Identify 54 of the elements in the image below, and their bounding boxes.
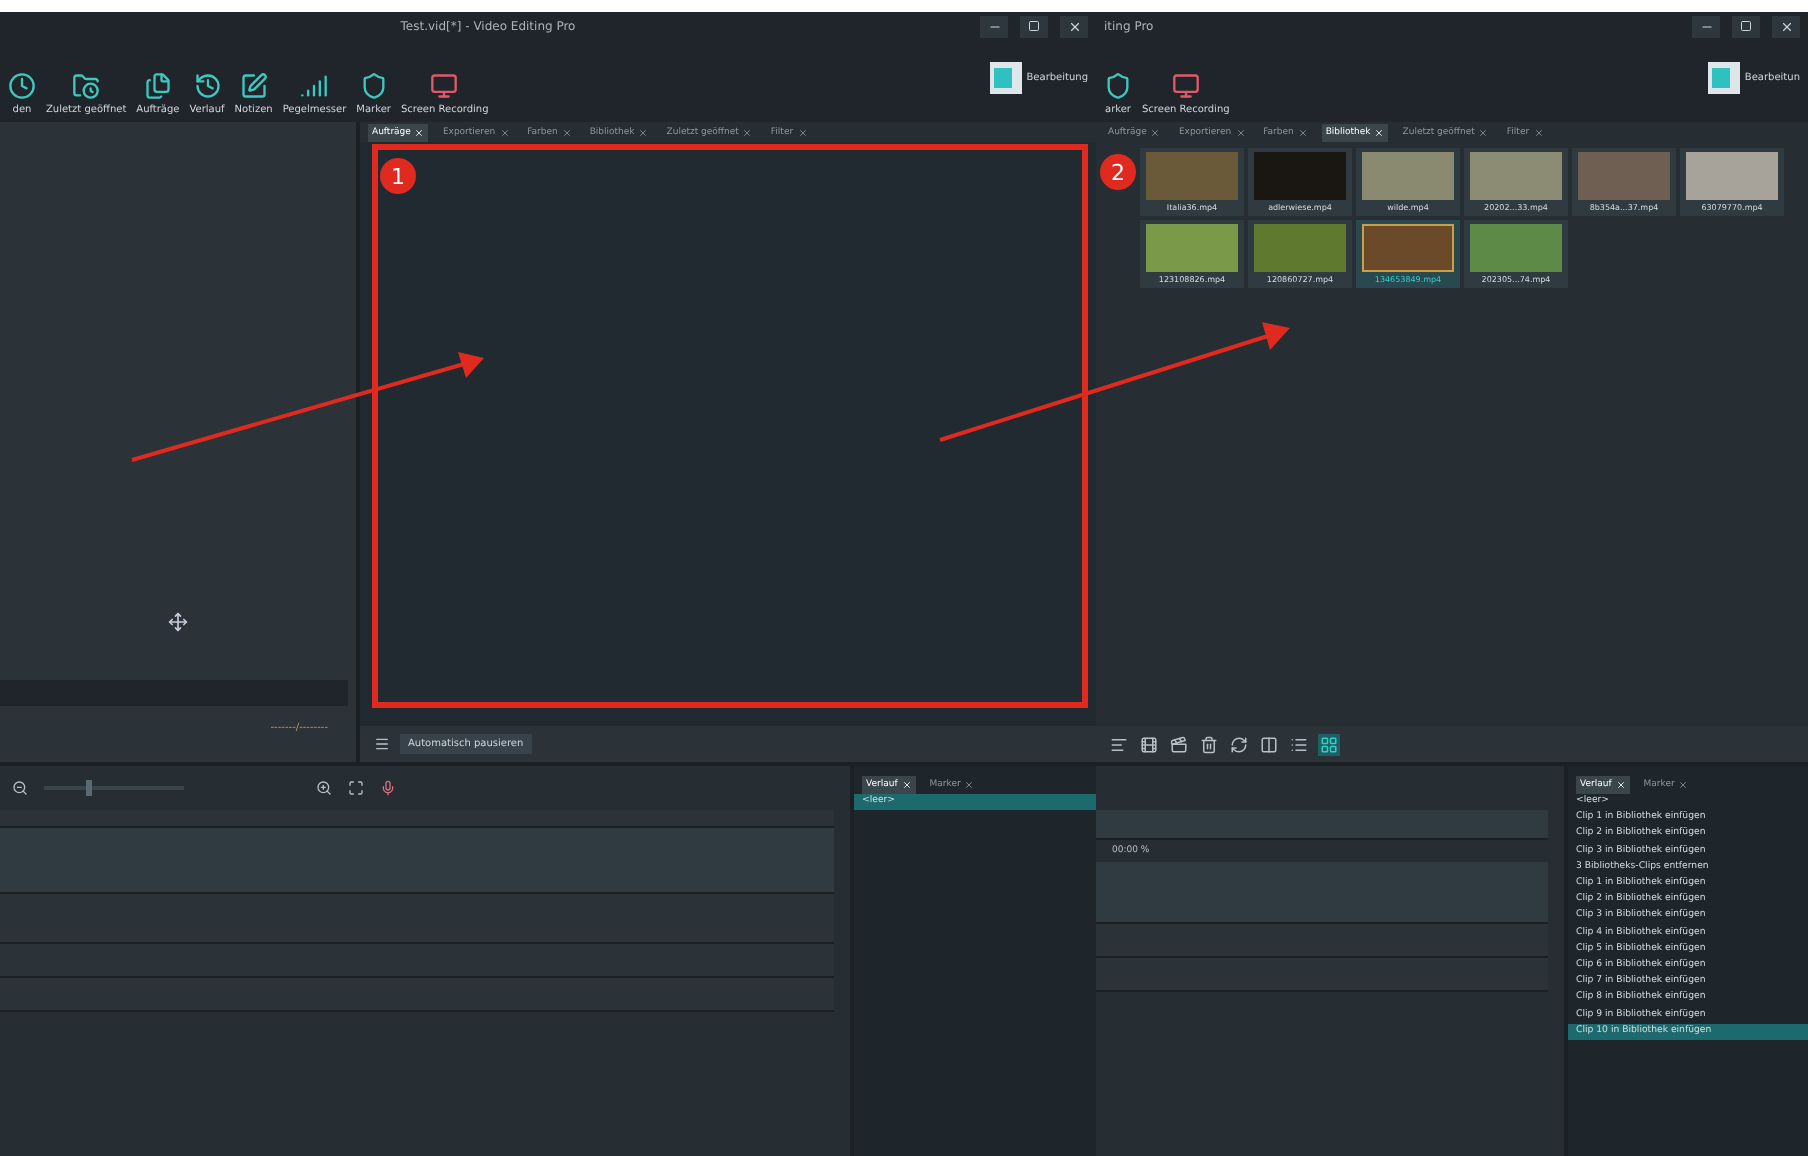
photo-placeholder <box>1146 224 1238 272</box>
monitor-icon <box>430 72 459 100</box>
zoom-in-icon <box>316 780 332 796</box>
film-icon <box>1140 735 1158 753</box>
maximize-icon <box>1740 20 1752 32</box>
view-button[interactable] <box>1318 733 1340 755</box>
layout-icon <box>990 62 1023 94</box>
files-icon <box>143 72 172 100</box>
refresh-icon <box>1230 735 1248 753</box>
clock-icon <box>8 72 36 100</box>
photo-placeholder <box>1362 224 1454 272</box>
close-button[interactable] <box>1060 15 1089 37</box>
list-icon <box>1290 735 1308 753</box>
maximize-button[interactable] <box>1732 15 1760 37</box>
maximize-icon <box>1028 20 1041 32</box>
close-icon <box>1779 19 1793 33</box>
minimize-button[interactable] <box>980 15 1009 37</box>
menu-button[interactable] <box>372 734 392 754</box>
maximize-button[interactable] <box>1020 15 1049 37</box>
view-button[interactable] <box>1198 733 1220 755</box>
view-button[interactable] <box>1108 733 1130 755</box>
history-icon <box>193 72 222 100</box>
photo-placeholder <box>1254 224 1346 272</box>
close-button[interactable] <box>1772 15 1800 37</box>
photo-placeholder <box>1470 152 1562 200</box>
close-icon <box>1067 19 1082 33</box>
layout-icon <box>1708 62 1741 94</box>
shield-icon <box>1104 72 1132 100</box>
shield-icon <box>359 72 388 100</box>
clapperboard-icon <box>1170 735 1188 753</box>
photo-placeholder <box>1146 152 1238 200</box>
photo-placeholder <box>1578 152 1670 200</box>
trash-icon <box>1200 735 1218 753</box>
align-left-icon <box>1110 735 1128 753</box>
view-button[interactable] <box>1258 733 1280 755</box>
view-button[interactable] <box>1168 733 1190 755</box>
photo-placeholder <box>1686 152 1778 200</box>
monitor-icon <box>1171 72 1200 100</box>
folder-clock-icon <box>72 72 101 100</box>
microphone-icon <box>380 780 396 796</box>
minimize-button[interactable] <box>1692 15 1720 37</box>
edit-icon <box>239 72 268 100</box>
photo-placeholder <box>1362 152 1454 200</box>
zoom-out-icon <box>12 780 28 796</box>
view-button[interactable] <box>1138 733 1160 755</box>
crosshair-icon <box>168 612 188 632</box>
columns-icon <box>1260 735 1278 753</box>
fit-icon <box>348 780 364 796</box>
view-button[interactable] <box>1228 733 1250 755</box>
photo-placeholder <box>1470 224 1562 272</box>
slider-thumb[interactable] <box>86 780 92 796</box>
grid-icon <box>1320 735 1338 753</box>
photo-placeholder <box>1254 152 1346 200</box>
bar-chart-icon <box>300 72 329 100</box>
